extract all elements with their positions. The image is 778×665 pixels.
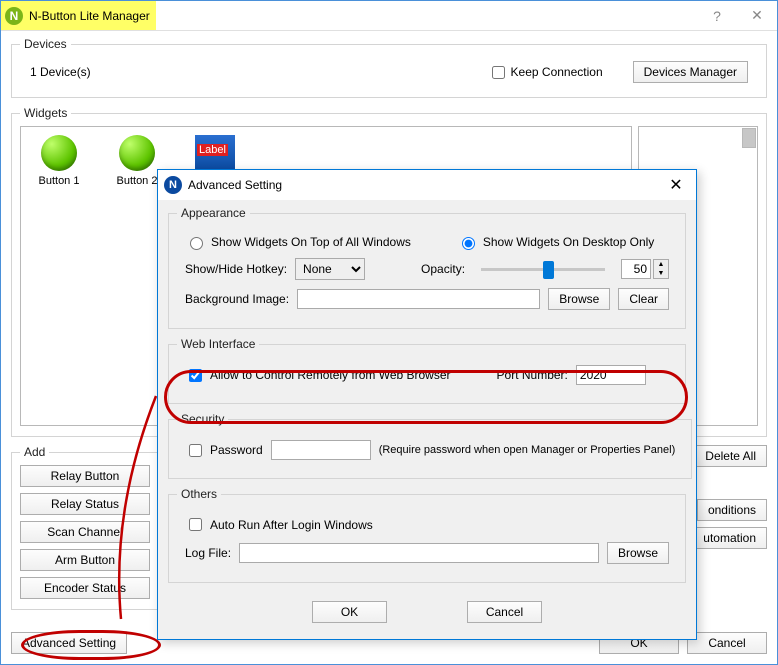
dialog-title: Advanced Setting [188, 178, 282, 192]
scrollbar-thumb[interactable] [742, 128, 756, 148]
advanced-setting-dialog: N Advanced Setting ✕ Appearance Show Wid… [157, 169, 697, 640]
widgets-legend: Widgets [20, 106, 71, 120]
log-file-input[interactable] [239, 543, 599, 563]
allow-remote-checkbox[interactable]: Allow to Control Remotely from Web Brows… [185, 366, 451, 385]
relay-button-btn[interactable]: Relay Button [20, 465, 150, 487]
autorun-checkbox[interactable]: Auto Run After Login Windows [185, 515, 373, 534]
password-input[interactable] [271, 440, 371, 460]
title-highlight: N N-Button Lite Manager [1, 1, 156, 30]
cancel-button[interactable]: Cancel [687, 632, 767, 654]
dialog-cancel-button[interactable]: Cancel [467, 601, 542, 623]
password-hint: (Require password when open Manager or P… [379, 444, 676, 456]
log-file-label: Log File: [185, 546, 231, 560]
password-checkbox[interactable]: Password [185, 441, 263, 460]
dialog-close-button[interactable]: ✕ [656, 170, 696, 200]
delete-all-button[interactable]: Delete All [694, 445, 767, 467]
widget-item-button1[interactable]: Button 1 [29, 135, 89, 187]
devices-count: 1 Device(s) [30, 65, 210, 79]
automation-button[interactable]: utomation [692, 527, 767, 549]
browse-bg-button[interactable]: Browse [548, 288, 610, 310]
dialog-icon: N [164, 176, 182, 194]
close-button[interactable]: ✕ [737, 1, 777, 30]
keep-connection-checkbox[interactable]: Keep Connection [488, 63, 603, 82]
dialog-titlebar: N Advanced Setting ✕ [158, 170, 696, 200]
hotkey-select[interactable]: None [295, 258, 365, 280]
port-input[interactable] [576, 365, 646, 385]
web-interface-group: Web Interface Allow to Control Remotely … [168, 337, 686, 404]
encoder-status-btn[interactable]: Encoder Status [20, 577, 150, 599]
spin-down-icon[interactable]: ▼ [654, 269, 668, 278]
bg-image-input[interactable] [297, 289, 540, 309]
main-window: N N-Button Lite Manager ? ✕ Devices 1 De… [0, 0, 778, 665]
clear-bg-button[interactable]: Clear [618, 288, 669, 310]
opacity-spinner[interactable]: ▲ ▼ [621, 259, 669, 279]
add-legend: Add [20, 445, 49, 459]
scan-channel-btn[interactable]: Scan Channel [20, 521, 150, 543]
conditions-button[interactable]: onditions [697, 499, 767, 521]
opacity-slider[interactable] [481, 259, 605, 279]
security-group: Security Password (Require password when… [168, 412, 692, 479]
devices-manager-button[interactable]: Devices Manager [633, 61, 748, 83]
button-icon [119, 135, 155, 171]
keep-connection-input[interactable] [492, 66, 505, 79]
radio-on-top[interactable]: Show Widgets On Top of All Windows [185, 234, 411, 250]
opacity-label: Opacity: [421, 262, 465, 276]
spin-up-icon[interactable]: ▲ [654, 260, 668, 269]
arm-button-btn[interactable]: Arm Button [20, 549, 150, 571]
appearance-group: Appearance Show Widgets On Top of All Wi… [168, 206, 686, 329]
radio-desktop-only[interactable]: Show Widgets On Desktop Only [457, 234, 654, 250]
window-title: N-Button Lite Manager [29, 9, 150, 23]
port-label: Port Number: [497, 368, 568, 382]
app-icon: N [5, 7, 23, 25]
help-button[interactable]: ? [697, 1, 737, 30]
opacity-value[interactable] [621, 259, 651, 279]
browse-log-button[interactable]: Browse [607, 542, 669, 564]
bg-image-label: Background Image: [185, 292, 289, 306]
hotkey-label: Show/Hide Hotkey: [185, 262, 287, 276]
relay-status-btn[interactable]: Relay Status [20, 493, 150, 515]
titlebar: N N-Button Lite Manager ? ✕ [1, 1, 777, 31]
devices-legend: Devices [20, 37, 71, 51]
others-group: Others Auto Run After Login Windows Log … [168, 487, 686, 583]
dialog-ok-button[interactable]: OK [312, 601, 387, 623]
label-icon [195, 135, 235, 171]
button-icon [41, 135, 77, 171]
advanced-setting-button[interactable]: Advanced Setting [11, 632, 127, 654]
add-group: Add Relay Button Relay Status Scan Chann… [11, 445, 159, 610]
devices-group: Devices 1 Device(s) Keep Connection Devi… [11, 37, 767, 98]
